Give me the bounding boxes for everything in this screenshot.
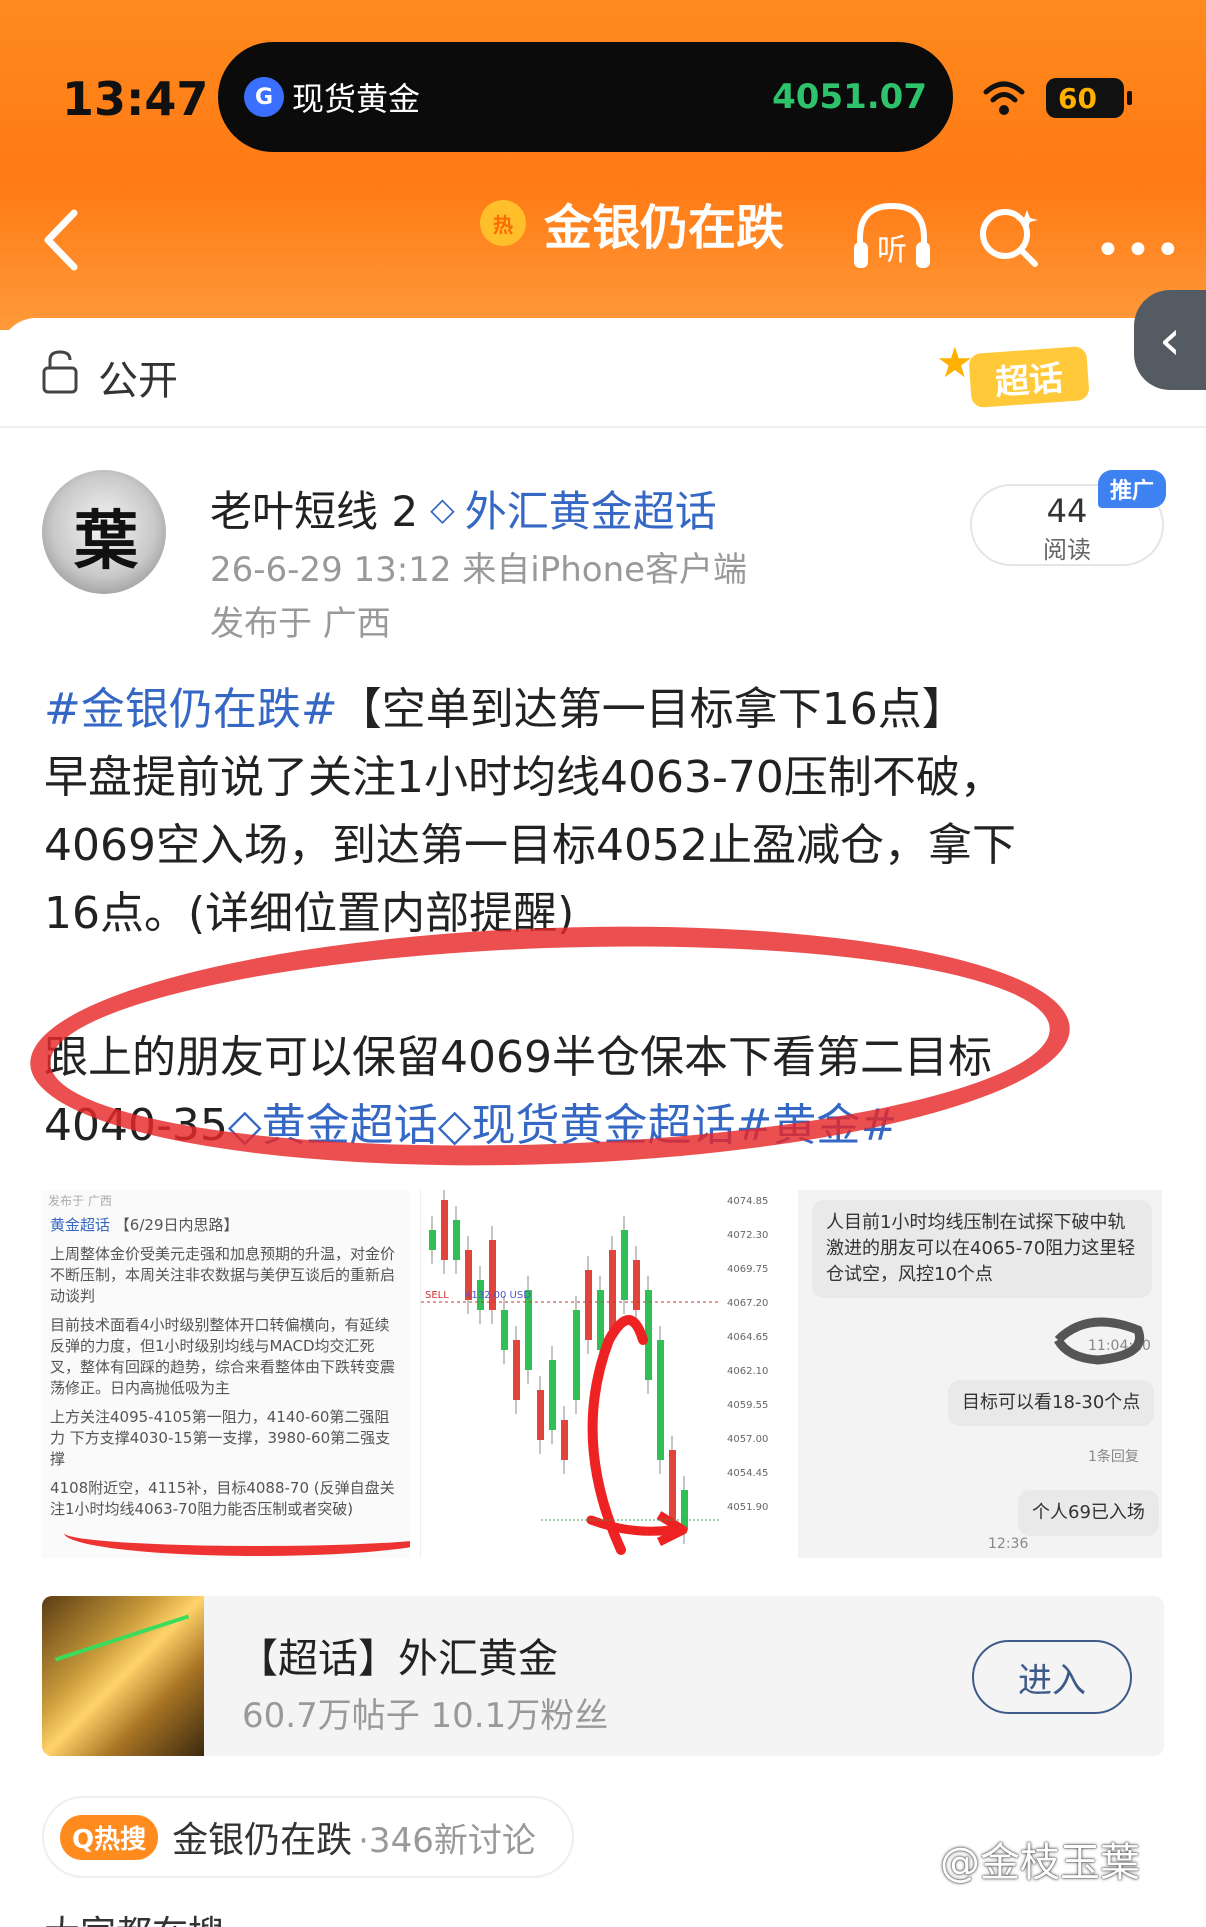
hot-search-pill[interactable]: Q热搜 金银仍在跌 ·346新讨论 — [42, 1796, 574, 1878]
post-image-1[interactable]: 发布于 广西 黄金超话 【6/29日内思路】 上周整体金价受美元走强和加息预期的… — [42, 1190, 410, 1558]
listen-label: 听 — [877, 233, 907, 268]
post-meta-time-source: 26-6-29 13:12 来自iPhone客户端 — [210, 550, 748, 590]
section-heading-cut: 大家都在搜 — [44, 1905, 224, 1927]
promo-badge: 推广 — [1098, 470, 1166, 508]
sell-label: SELL — [425, 1290, 449, 1301]
img1-line: 上周整体金价受美元走强和加息预期的升温，对金价不断压制，本周关注非农数据与美伊互… — [50, 1245, 396, 1305]
topic-link-spot-gold[interactable]: 现货黄金超话 — [472, 1100, 736, 1151]
visibility-bar: 公开 ★ 超话 — [0, 318, 1206, 428]
body-line: 【空单到达第一目标拿下16点】 — [337, 684, 966, 735]
chaohua-sticker-label: 超话 — [968, 345, 1090, 409]
body-line: 早盘提前说了关注1小时均线4063-70压制不破， — [44, 752, 1004, 803]
body-line: 16点。(详细位置内部提醒) — [44, 888, 575, 939]
topic-link-gold[interactable]: 黄金超话 — [262, 1100, 438, 1151]
sell-price: 4132.00 USD — [465, 1290, 531, 1301]
price-tick: 4051.90 — [727, 1502, 768, 1513]
diamond-icon: ◇ — [430, 489, 455, 528]
price-tick: 4067.20 — [727, 1298, 768, 1309]
body-line: 跟上的朋友可以保留4069半仓保本下看第二目标 — [44, 1032, 992, 1083]
post-body-paragraph-1: #金银仍在跌#【空单到达第一目标拿下16点】 早盘提前说了关注1小时均线4063… — [44, 676, 1164, 948]
unlock-icon — [42, 350, 78, 394]
island-label: 现货黄金 — [292, 80, 421, 118]
header-bar: 13:47 G 现货黄金 4051.07 60 热 金银仍在跌 听 ••• — [0, 0, 1206, 330]
author-topic-link[interactable]: 外汇黄金超话 — [465, 478, 717, 539]
post-image-2[interactable]: SELL 4132.00 USD 4074.85 4072.30 4069.75 40… — [420, 1190, 788, 1558]
star-icon: ★ — [936, 338, 974, 387]
price-tick: 4072.30 — [727, 1230, 768, 1241]
candlestick-chart: SELL 4132.00 USD 4074.85 4072.30 4069.75 40… — [421, 1190, 768, 1555]
status-time: 13:47 — [62, 72, 209, 126]
post-meta-location: 发布于 广西 — [210, 604, 391, 644]
img1-title: 【6/29日内思路】 — [114, 1216, 239, 1234]
price-tick: 4069.75 — [727, 1264, 768, 1275]
hot-search-text: 金银仍在跌 — [172, 1820, 353, 1861]
body-line: 4069空入场，到达第一目标4052止盈减仓，拿下 — [44, 820, 1016, 871]
annotation-scribble — [1054, 1317, 1144, 1365]
price-tick: 4059.55 — [727, 1400, 768, 1411]
diamond-icon: ◇ — [227, 1100, 262, 1151]
post-image-3[interactable]: 人目前1小时均线压制在试探下破中轨激进的朋友可以在4065-70阻力这里轻仓试空… — [798, 1190, 1162, 1558]
supertopic-card[interactable]: 【超话】外汇黄金 60.7万帖子 10.1万粉丝 进入 — [42, 1596, 1164, 1756]
price-tick: 4057.00 — [727, 1434, 768, 1445]
back-arrow-icon[interactable] — [36, 205, 86, 275]
gold-app-icon: G — [244, 77, 284, 117]
hot-badge-icon: 热 — [480, 200, 526, 246]
supertopic-title: 【超话】外汇黄金 — [238, 1636, 558, 1682]
author-line: 老叶短线 2 ◇ 外汇黄金超话 — [210, 478, 717, 539]
topic-title: 金银仍在跌 — [544, 200, 785, 256]
annotation-underline — [64, 1510, 410, 1556]
img1-line: 目前技术面看4小时级别整体开口转偏横向，有延续反弹的力度，但1小时级别均线与MA… — [50, 1316, 396, 1397]
supertopic-thumbnail — [42, 1596, 204, 1756]
hot-search-tag: Q热搜 — [60, 1814, 159, 1860]
post-body-paragraph-2: 跟上的朋友可以保留4069半仓保本下看第二目标 4040-35◇黄金超话◇现货黄… — [44, 1024, 1164, 1160]
img1-header: 发布于 广西 — [48, 1194, 112, 1208]
avatar-glyph: 葉 — [74, 504, 138, 579]
price-tick: 4062.10 — [727, 1366, 768, 1377]
price-tick: 4054.45 — [727, 1468, 768, 1479]
body-line-prefix: 4040-35 — [44, 1100, 228, 1151]
listen-headphone-icon[interactable]: 听 — [850, 198, 934, 272]
visibility-label: 公开 — [98, 358, 178, 404]
author-name[interactable]: 老叶短线 2 — [210, 478, 418, 539]
img1-topic: 黄金超话 — [50, 1216, 111, 1234]
more-menu-icon[interactable]: ••• — [1095, 225, 1185, 276]
enter-button[interactable]: 进入 — [972, 1640, 1132, 1714]
wifi-icon — [983, 81, 1025, 115]
hot-search-count: ·346新讨论 — [358, 1820, 536, 1861]
island-price: 4051.07 — [772, 77, 927, 117]
supertopic-stats: 60.7万帖子 10.1万粉丝 — [242, 1696, 609, 1736]
page-title: 热 金银仍在跌 — [480, 188, 784, 258]
hashtag-link[interactable]: #金银仍在跌# — [44, 684, 338, 735]
read-label: 阅读 — [1043, 536, 1091, 564]
hashtag-link[interactable]: #黄金# — [736, 1100, 898, 1151]
watermark: @金枝玉葉 — [940, 1840, 1140, 1886]
img1-line: 上方关注4095-4105第一阻力，4140-60第二强阻力 下方支撑4030-… — [50, 1408, 391, 1468]
price-tick: 4064.65 — [727, 1332, 768, 1343]
price-tick: 4074.85 — [727, 1196, 768, 1207]
avatar[interactable]: 葉 — [42, 470, 166, 594]
diamond-icon: ◇ — [437, 1100, 472, 1151]
chaohua-sticker[interactable]: ★ 超话 — [930, 338, 1100, 416]
dynamic-island-ticker[interactable]: G 现货黄金 4051.07 — [218, 42, 953, 152]
search-icon[interactable] — [975, 202, 1045, 272]
battery-indicator: 60 — [1046, 78, 1132, 118]
